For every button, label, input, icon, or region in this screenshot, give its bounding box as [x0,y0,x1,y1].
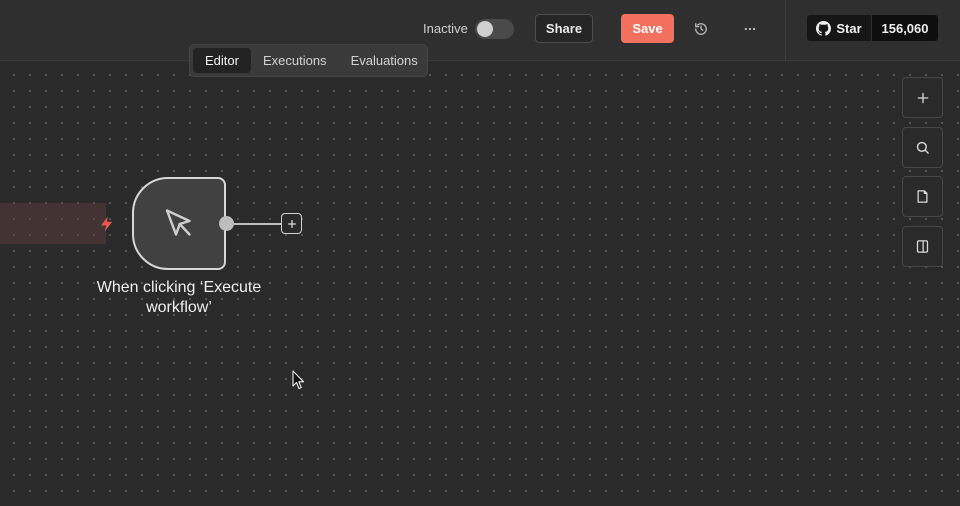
header-divider [785,0,786,61]
view-tabs: Editor Executions Evaluations [189,44,428,77]
panel-icon [916,240,929,253]
github-star[interactable]: Star [807,15,871,41]
history-icon [695,23,707,35]
active-toggle[interactable] [475,19,514,39]
plus-icon [917,92,928,103]
node-title: When clicking ‘Execute workflow’ [96,279,262,316]
save-button[interactable]: Save [621,14,674,43]
top-bar: Inactive Share Save Star 156,060 [0,0,960,61]
active-toggle-label: Inactive [423,21,468,36]
sticky-note-icon [917,190,928,203]
github-icon [816,20,832,36]
github-star-label: Star [836,20,862,36]
node-connection-line [234,223,282,225]
search-button[interactable] [902,127,943,168]
add-node-button[interactable] [902,77,943,118]
share-button[interactable]: Share [535,14,593,43]
toggle-panel-button[interactable] [902,226,943,267]
add-next-node-button[interactable] [281,213,302,234]
history-button[interactable] [689,17,713,41]
lightning-icon [101,216,113,232]
search-icon [916,141,929,154]
mouse-cursor-icon [292,370,305,390]
toggle-knob [477,21,493,37]
github-star-count[interactable]: 156,060 [871,15,938,41]
github-star-button[interactable]: Star 156,060 [807,15,938,41]
sticky-note-button[interactable] [902,176,943,217]
tab-evaluations[interactable]: Evaluations [339,48,430,73]
tab-executions[interactable]: Executions [251,48,339,73]
workflow-node-manual-trigger[interactable] [132,177,226,270]
tab-editor[interactable]: Editor [193,48,251,73]
plus-icon [287,219,296,228]
more-options-button[interactable] [738,17,762,41]
ghost-trigger-highlight [0,203,106,244]
mouse-pointer-icon [165,208,191,236]
node-output-handle[interactable] [219,216,234,231]
more-horizontal-icon [744,27,756,31]
